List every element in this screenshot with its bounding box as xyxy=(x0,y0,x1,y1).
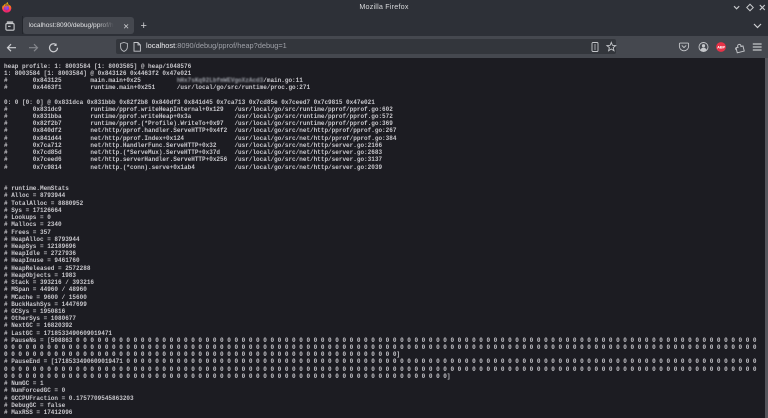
svg-text:ABP: ABP xyxy=(717,44,725,49)
